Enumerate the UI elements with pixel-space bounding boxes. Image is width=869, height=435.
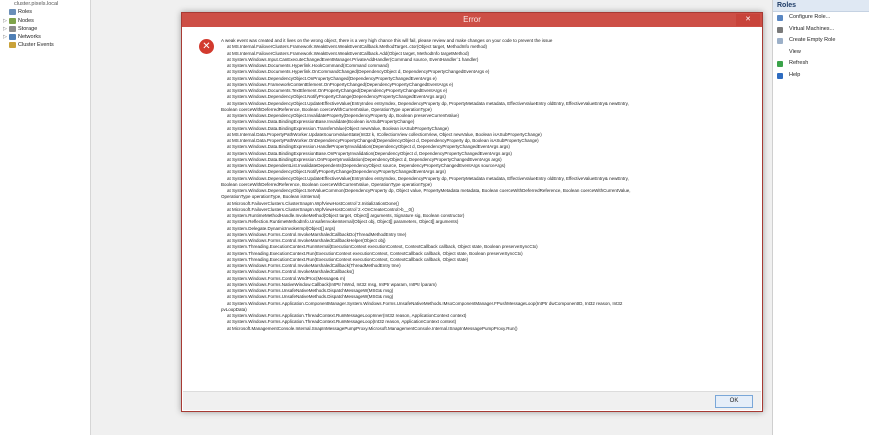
nodes-icon (9, 17, 16, 24)
actions-header: Roles (773, 0, 869, 12)
action-label: View (789, 48, 801, 55)
navigation-tree: cluster.pixels.local Roles ▷ Nodes ▷ Sto… (0, 0, 91, 435)
roles-icon (9, 9, 16, 16)
virtual-machines-icon (777, 26, 783, 33)
action-label: Virtual Machines... (789, 25, 835, 32)
tree-item-nodes[interactable]: ▷ Nodes (0, 17, 90, 25)
expand-arrow-icon[interactable]: ▷ (2, 33, 8, 41)
tree-root-item[interactable]: cluster.pixels.local (0, 0, 90, 8)
tree-item-label: Roles (18, 9, 33, 16)
storage-icon (9, 25, 16, 32)
expand-arrow-icon[interactable]: ▷ (2, 25, 8, 33)
ok-button[interactable]: OK (715, 395, 753, 408)
action-create-empty-role[interactable]: Create Empty Role (773, 35, 869, 47)
action-label: Refresh (789, 60, 809, 66)
dialog-footer: OK (183, 391, 761, 410)
action-configure-role[interactable]: Configure Role... (773, 12, 869, 24)
error-dialog: Error ✕ ✕ A weak event was created and i… (181, 12, 763, 412)
action-label: Create Empty Role (789, 37, 836, 43)
action-refresh[interactable]: Refresh (773, 58, 869, 70)
networks-icon (9, 34, 16, 41)
tree-item-label: Nodes (18, 17, 34, 24)
action-help[interactable]: Help (773, 70, 869, 82)
help-icon (777, 72, 783, 79)
tree-root-label: cluster.pixels.local (14, 1, 59, 7)
tree-item-roles[interactable]: Roles (0, 8, 90, 16)
refresh-icon (777, 61, 783, 67)
expand-arrow-icon[interactable]: ▷ (2, 17, 8, 25)
tree-item-label: Cluster Events (18, 42, 54, 49)
configure-role-icon (777, 15, 783, 21)
actions-pane: Roles Configure Role... Virtual Machines… (772, 0, 869, 435)
cluster-events-icon (9, 42, 16, 49)
stack-trace-line: at Microsoft.ManagementConsole.Internal.… (227, 325, 518, 331)
close-button[interactable]: ✕ (736, 14, 760, 26)
action-label: Help (789, 71, 801, 78)
tree-item-networks[interactable]: ▷ Networks (0, 33, 90, 41)
dialog-title: Error (182, 13, 762, 27)
error-icon: ✕ (199, 39, 214, 54)
dialog-body: ✕ A weak event was created and it lives … (183, 28, 761, 392)
action-virtual-machines[interactable]: Virtual Machines... (773, 24, 869, 36)
error-message: A weak event was created and it lives on… (221, 38, 753, 332)
tree-item-cluster-events[interactable]: Cluster Events (0, 41, 90, 49)
create-empty-role-icon (777, 38, 783, 44)
tree-item-label: Networks (18, 34, 41, 41)
action-view[interactable]: View (773, 47, 869, 59)
action-label: Configure Role... (789, 14, 831, 20)
tree-item-label: Storage (18, 25, 38, 32)
tree-item-storage[interactable]: ▷ Storage (0, 25, 90, 33)
